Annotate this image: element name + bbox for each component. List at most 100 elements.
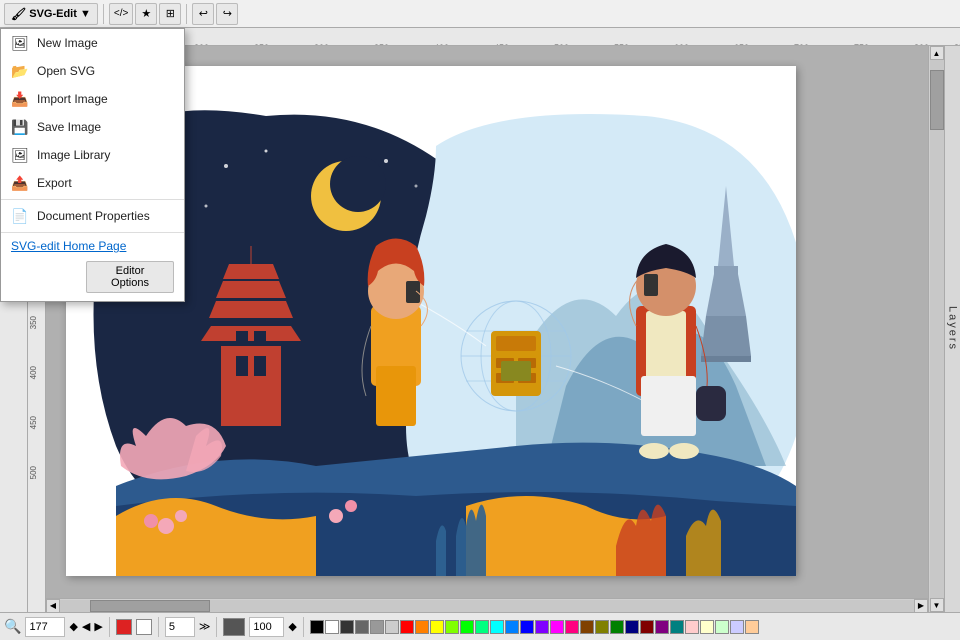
palette-dark-red[interactable]	[640, 620, 654, 634]
hscroll-thumb[interactable]	[90, 600, 210, 612]
palette-gray2[interactable]	[355, 620, 369, 634]
redo-button[interactable]: ↪	[216, 3, 238, 25]
scroll-left-button[interactable]: ◀	[46, 599, 60, 613]
opacity-fill-swatch[interactable]	[223, 618, 245, 636]
palette-gray4[interactable]	[385, 620, 399, 634]
zoom-unit: ◆	[69, 620, 77, 633]
new-image-icon: 🖼	[11, 34, 29, 52]
palette-brown[interactable]	[580, 620, 594, 634]
svg-edit-menu-button[interactable]: 🖌 SVG-Edit ▼	[4, 3, 98, 25]
scroll-up-button[interactable]: ▲	[930, 46, 944, 60]
palette-dark-teal[interactable]	[670, 620, 684, 634]
palette-blue[interactable]	[520, 620, 534, 634]
export-icon: 📤	[11, 174, 29, 192]
palette-dark-purple[interactable]	[655, 620, 669, 634]
toolbar-separator-2	[186, 4, 187, 24]
svg-edit-label: SVG-Edit ▼	[29, 8, 91, 20]
palette-olive[interactable]	[595, 620, 609, 634]
editor-options-button[interactable]: Editor Options	[86, 261, 174, 293]
stroke-width-input[interactable]	[165, 617, 195, 637]
palette-light-yellow[interactable]	[700, 620, 714, 634]
home-page-link[interactable]: SVG-edit Home Page	[1, 235, 184, 257]
open-svg-label: Open SVG	[37, 64, 95, 78]
image-library-menu-item[interactable]: 🖼 Image Library	[1, 141, 184, 169]
palette-peach[interactable]	[745, 620, 759, 634]
main-toolbar: 🖌 SVG-Edit ▼ </> ★ ⊞ ↩ ↪	[0, 0, 960, 28]
grid-button[interactable]: ⊞	[159, 3, 181, 25]
star-icon: ★	[141, 7, 151, 20]
grid-icon: ⊞	[166, 7, 175, 20]
save-image-menu-item[interactable]: 💾 Save Image	[1, 113, 184, 141]
zoom-icon-bottom: 🔍	[4, 618, 21, 635]
palette-lime[interactable]	[445, 620, 459, 634]
save-image-label: Save Image	[37, 120, 101, 134]
opacity-arrows: ◆	[288, 620, 296, 633]
open-svg-menu-item[interactable]: 📂 Open SVG	[1, 57, 184, 85]
new-image-menu-item[interactable]: 🖼 New Image	[1, 29, 184, 57]
navigate-right-icon: ▶	[94, 620, 102, 633]
image-library-label: Image Library	[37, 148, 110, 162]
status-sep-4	[303, 617, 304, 637]
ruler-mark-v-450: 450	[29, 416, 38, 429]
palette-green[interactable]	[460, 620, 474, 634]
stroke-color-swatch[interactable]	[116, 619, 132, 635]
svg-logo-icon: 🖌	[11, 7, 26, 21]
palette-white[interactable]	[325, 620, 339, 634]
fill-color-swatch[interactable]	[136, 619, 152, 635]
scroll-right-button[interactable]: ▶	[914, 599, 928, 613]
layers-panel-tab[interactable]: Layers	[944, 46, 960, 612]
star-button[interactable]: ★	[135, 3, 157, 25]
right-scrollbar[interactable]: ▲ ▼	[928, 46, 944, 612]
export-label: Export	[37, 176, 72, 190]
palette-dark-green[interactable]	[610, 620, 624, 634]
zoom-input[interactable]	[25, 617, 65, 637]
vscroll-thumb[interactable]	[930, 70, 944, 130]
layers-label-text: Layers	[947, 306, 959, 351]
palette-pink[interactable]	[565, 620, 579, 634]
bottom-scrollbar[interactable]: ◀ ▶	[46, 598, 928, 612]
palette-teal[interactable]	[475, 620, 489, 634]
palette-cyan[interactable]	[490, 620, 504, 634]
palette-gray3[interactable]	[370, 620, 384, 634]
ruler-mark-v-500: 500	[29, 466, 38, 479]
export-menu-item[interactable]: 📤 Export	[1, 169, 184, 197]
palette-magenta[interactable]	[550, 620, 564, 634]
palette-purple[interactable]	[535, 620, 549, 634]
open-svg-icon: 📂	[11, 62, 29, 80]
hscroll-track[interactable]	[60, 600, 914, 612]
navigate-left-icon: ◀	[82, 620, 90, 633]
code-icon: </>	[114, 8, 128, 19]
status-sep-2	[158, 617, 159, 637]
undo-button[interactable]: ↩	[192, 3, 214, 25]
code-view-button[interactable]: </>	[109, 3, 133, 25]
palette-red[interactable]	[400, 620, 414, 634]
document-properties-menu-item[interactable]: 📄 Document Properties	[1, 202, 184, 230]
import-image-menu-item[interactable]: 📥 Import Image	[1, 85, 184, 113]
opacity-input[interactable]	[249, 617, 284, 637]
undo-icon: ↩	[199, 7, 208, 20]
document-properties-label: Document Properties	[37, 209, 150, 223]
image-library-icon: 🖼	[11, 146, 29, 164]
redo-icon: ↪	[223, 7, 232, 20]
palette-orange[interactable]	[415, 620, 429, 634]
ruler-mark-v-400: 400	[29, 366, 38, 379]
palette-yellow[interactable]	[430, 620, 444, 634]
status-bar: 🔍 ◆ ◀ ▶ ≫ ◆	[0, 612, 960, 640]
new-image-label: New Image	[37, 36, 98, 50]
scroll-down-button[interactable]: ▼	[930, 598, 944, 612]
vscroll-track[interactable]	[930, 60, 944, 598]
palette-black[interactable]	[310, 620, 324, 634]
document-properties-icon: 📄	[11, 207, 29, 225]
import-image-label: Import Image	[37, 92, 108, 106]
palette-light-pink[interactable]	[685, 620, 699, 634]
palette-light-blue[interactable]	[730, 620, 744, 634]
palette-sky[interactable]	[505, 620, 519, 634]
status-sep-3	[216, 617, 217, 637]
palette-light-green[interactable]	[715, 620, 729, 634]
menu-divider-2	[1, 232, 184, 233]
palette-gray1[interactable]	[340, 620, 354, 634]
top-ruler: 100 150 200 250 300 350 400 450 500 550 …	[64, 28, 960, 46]
palette-navy[interactable]	[625, 620, 639, 634]
stroke-width-arrows: ≫	[199, 620, 211, 633]
color-palette	[310, 620, 759, 634]
